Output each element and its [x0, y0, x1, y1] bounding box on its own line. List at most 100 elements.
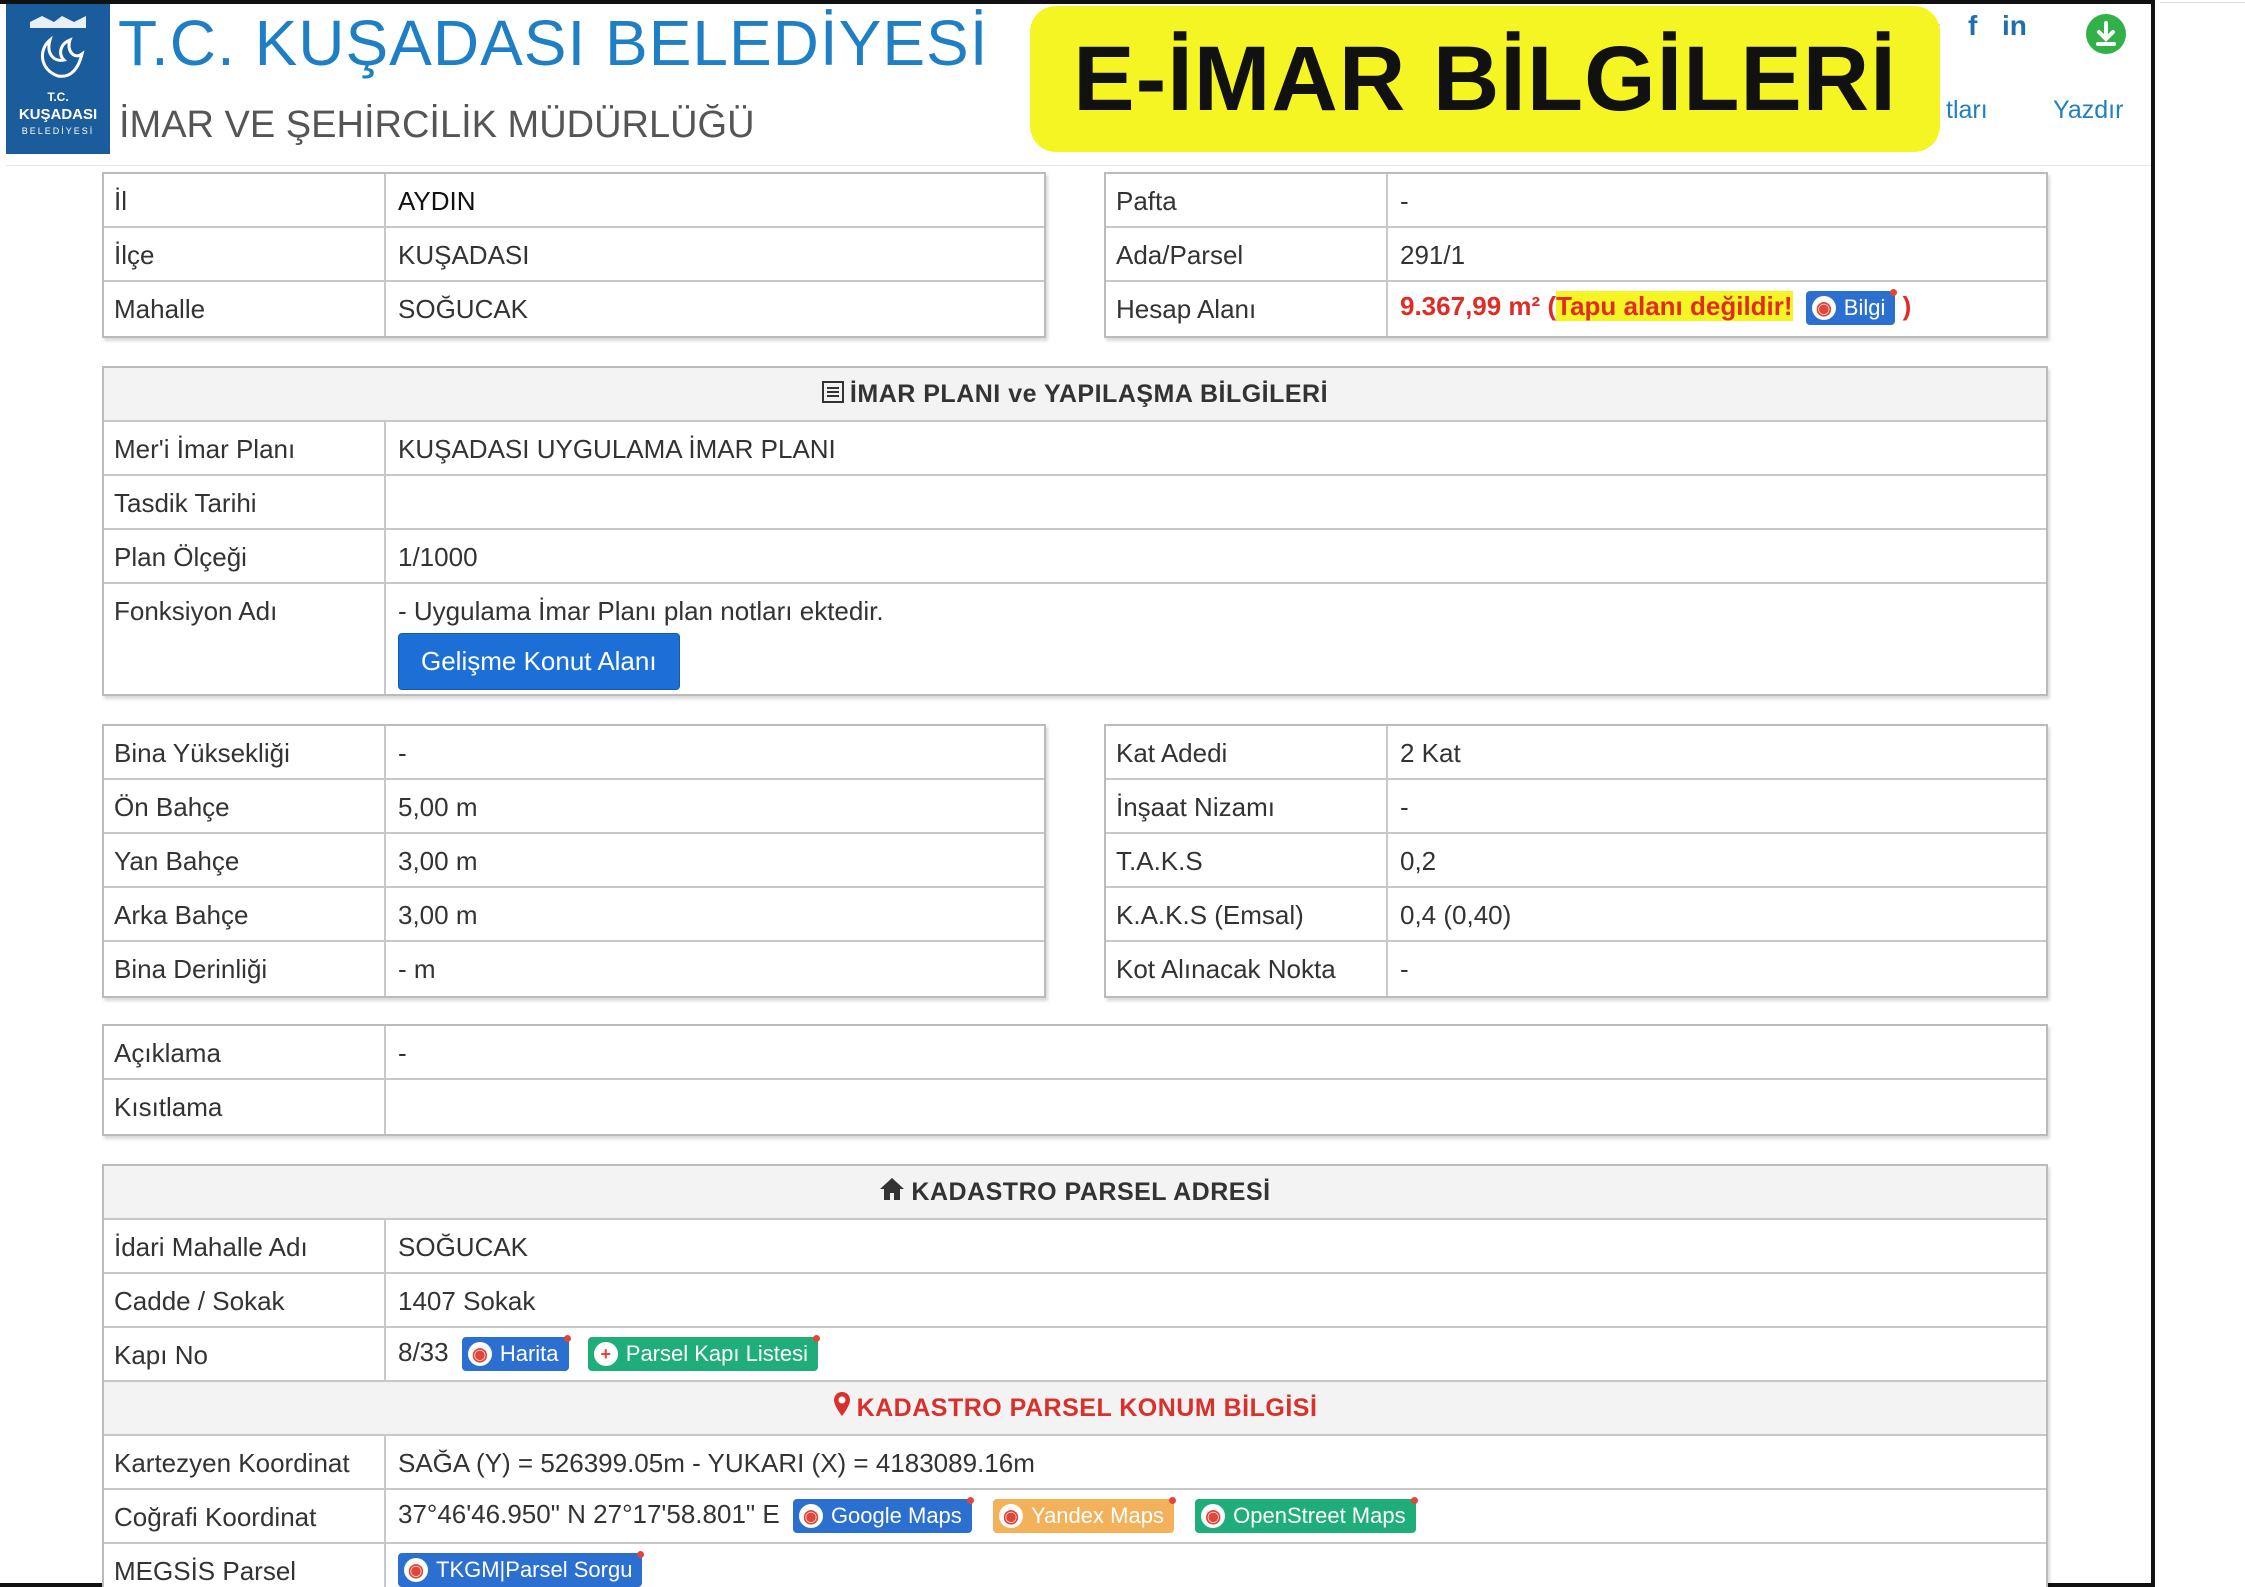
table-row: Plan Ölçeği 1/1000 [104, 530, 2046, 584]
plus-icon: + [593, 1342, 618, 1367]
area-label: Hesap Alanı [1106, 282, 1388, 336]
row-label: Plan Ölçeği [104, 530, 386, 582]
parcel-table: Pafta - Ada/Parsel 291/1 Hesap Alanı 9.3… [1104, 172, 2048, 338]
print-link[interactable]: Yazdır [2053, 96, 2123, 125]
row-label: Bina Derinliği [104, 942, 386, 996]
table-row: Açıklama - [104, 1026, 2046, 1080]
table-row: Kısıtlama [104, 1080, 2046, 1134]
megsis-label: MEGSİS Parsel [104, 1544, 386, 1587]
row-label: Arka Bahçe [104, 888, 386, 940]
megsis-cell: ◉ TKGM|Parsel Sorgu [388, 1544, 2046, 1587]
function-label: Fonksiyon Adı [104, 584, 386, 694]
table-row: K.A.K.S (Emsal) 0,4 (0,40) [1106, 888, 2046, 942]
tkgm-button[interactable]: ◉ TKGM|Parsel Sorgu [398, 1551, 645, 1587]
table-row: Mer'i İmar Planı KUŞADASI UYGULAMA İMAR … [104, 422, 2046, 476]
street-label: Cadde / Sokak [104, 1274, 386, 1326]
area-value: 9.367,99 m² [1400, 291, 1541, 321]
function-button[interactable]: Gelişme Konut Alanı [398, 633, 680, 690]
plan-notes-link[interactable]: tları [1946, 96, 1988, 125]
download-icon[interactable] [2086, 14, 2126, 54]
street-value: 1407 Sokak [398, 1286, 536, 1316]
table-row: Arka Bahçe 3,00 m [104, 888, 1044, 942]
row-value: - [1400, 792, 1409, 822]
site-title[interactable]: T.C. KUŞADASI BELEDİYESİ [118, 6, 989, 80]
map-pin-icon [833, 1383, 851, 1435]
facebook-icon[interactable]: f [1968, 10, 1977, 42]
openstreet-maps-button[interactable]: ◉ OpenStreet Maps [1195, 1497, 1418, 1534]
row-value: AYDIN [398, 186, 476, 216]
map-button-label: Harita [499, 1341, 559, 1367]
row-label: T.A.K.S [1106, 834, 1388, 886]
row-label: Tasdik Tarihi [104, 476, 386, 528]
info-button[interactable]: ◉ Bilgi [1805, 289, 1898, 326]
row-value [388, 1080, 2046, 1134]
row-label: Ön Bahçe [104, 780, 386, 832]
cartesian-value: SAĞA (Y) = 526399.05m - YUKARI (X) = 418… [398, 1448, 1035, 1478]
gutter-line [2160, 2, 2245, 3]
yandex-maps-button[interactable]: ◉ Yandex Maps [993, 1497, 1176, 1534]
globe-icon: ◉ [1811, 296, 1836, 321]
door-label: Kapı No [104, 1328, 386, 1380]
door-value: 8/33 [398, 1337, 449, 1367]
row-value: - [398, 738, 407, 768]
google-maps-button[interactable]: ◉ Google Maps [792, 1497, 974, 1534]
row-label: Mer'i İmar Planı [104, 422, 386, 474]
table-row: Coğrafi Koordinat 37°46'46.950" N 27°17'… [104, 1490, 2046, 1544]
table-row: Mahalle SOĞUCAK [104, 282, 1044, 336]
right-gutter [2160, 0, 2245, 1587]
row-value: 1/1000 [398, 542, 478, 572]
home-icon [879, 1167, 905, 1219]
row-label: İlçe [104, 228, 386, 280]
table-row: Bina Yüksekliği - [104, 726, 1044, 780]
table-row: Kat Adedi 2 Kat [1106, 726, 2046, 780]
address-table: KADASTRO PARSEL ADRESİ İdari Mahalle Adı… [102, 1164, 2048, 1587]
municipality-logo[interactable]: T.C. KUŞADASI BELEDİYESİ [6, 4, 110, 154]
building-left-table: Bina Yüksekliği - Ön Bahçe 5,00 m Yan Bahç… [102, 724, 1046, 998]
row-label: Bina Yüksekliği [104, 726, 386, 778]
globe-icon: ◉ [798, 1504, 823, 1529]
table-row: Pafta - [1106, 174, 2046, 228]
table-row: İlçe KUŞADASI [104, 228, 1044, 282]
yandex-maps-label: Yandex Maps [1031, 1503, 1164, 1529]
logo-line1: T.C. [47, 90, 69, 104]
cartesian-label: Kartezyen Koordinat [104, 1436, 386, 1488]
mahalle-value: SOĞUCAK [398, 1232, 529, 1262]
table-row: Fonksiyon Adı - Uygulama İmar Planı plan… [104, 584, 2046, 694]
table-row: Hesap Alanı 9.367,99 m² (Tapu alanı deği… [1106, 282, 2046, 336]
ada-parsel-value: 291/1 [1400, 240, 1466, 270]
row-value: KUŞADASI UYGULAMA İMAR PLANI [398, 434, 836, 464]
row-label: Kısıtlama [104, 1080, 386, 1134]
pafta-value: - [1400, 186, 1409, 216]
row-value: 5,00 m [398, 792, 478, 822]
row-label: K.A.K.S (Emsal) [1106, 888, 1388, 940]
row-label: İl [104, 174, 386, 226]
page-banner: E-İMAR BİLGİLERİ [1030, 6, 1940, 152]
row-label: Kat Adedi [1106, 726, 1388, 778]
linkedin-icon[interactable]: in [2002, 10, 2027, 42]
position-header: KADASTRO PARSEL KONUM BİLGİSİ [104, 1382, 2046, 1436]
table-row: Kot Alınacak Nokta - [1106, 942, 2046, 996]
globe-icon: ◉ [999, 1504, 1024, 1529]
door-list-button-label: Parsel Kapı Listesi [625, 1341, 808, 1367]
geo-label: Coğrafi Koordinat [104, 1490, 386, 1542]
row-value: SOĞUCAK [398, 294, 529, 324]
row-value: 0,2 [1400, 846, 1437, 876]
table-row: MEGSİS Parsel ◉ TKGM|Parsel Sorgu [104, 1544, 2046, 1587]
building-right-table: Kat Adedi 2 Kat İnşaat Nizamı - T.A.K.S 0,2… [1104, 724, 2048, 998]
badge-dot [812, 1335, 820, 1343]
table-row: İnşaat Nizamı - [1106, 780, 2046, 834]
badge-dot [1168, 1497, 1176, 1505]
openstreet-maps-label: OpenStreet Maps [1233, 1503, 1406, 1529]
door-list-button[interactable]: + Parsel Kapı Listesi [587, 1335, 820, 1372]
position-header-title: KADASTRO PARSEL KONUM BİLGİSİ [856, 1394, 1318, 1422]
badge-dot [563, 1335, 571, 1343]
location-table: İl AYDIN İlçe KUŞADASI Mahalle SOĞUCAK [102, 172, 1046, 338]
geo-cell: 37°46'46.950" N 27°17'58.801" E ◉ Google… [388, 1490, 2046, 1542]
plan-header: İMAR PLANI ve YAPILAŞMA BİLGİLERİ [104, 368, 2046, 422]
row-label: Açıklama [104, 1026, 386, 1078]
bird-crest-icon [30, 16, 86, 78]
map-button[interactable]: ◉ Harita [461, 1335, 571, 1372]
row-value: - m [398, 954, 436, 984]
function-cell: - Uygulama İmar Planı plan notları ekted… [388, 584, 2046, 694]
table-row: T.A.K.S 0,2 [1106, 834, 2046, 888]
